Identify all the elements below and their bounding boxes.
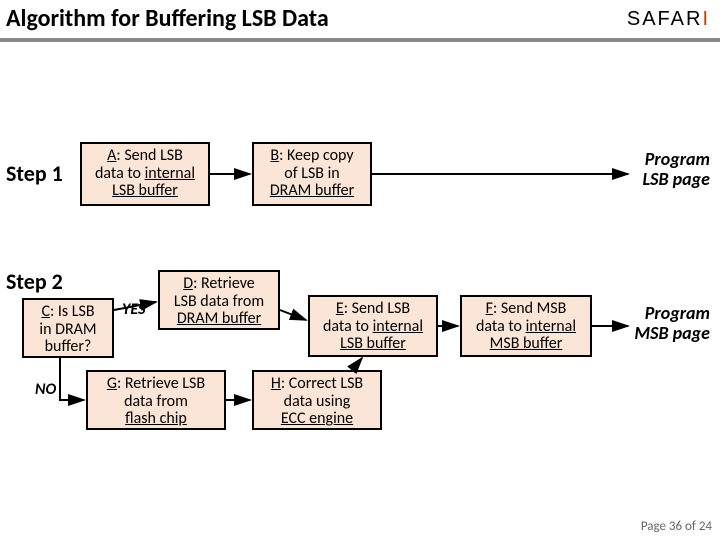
page-footer: Page 36 of 24 <box>641 519 712 534</box>
arrows <box>0 0 720 540</box>
page-total: 24 <box>699 519 712 534</box>
page-current: 36 <box>669 519 682 534</box>
slide: Algorithm for Buffering LSB Data SAFARI … <box>0 0 720 540</box>
